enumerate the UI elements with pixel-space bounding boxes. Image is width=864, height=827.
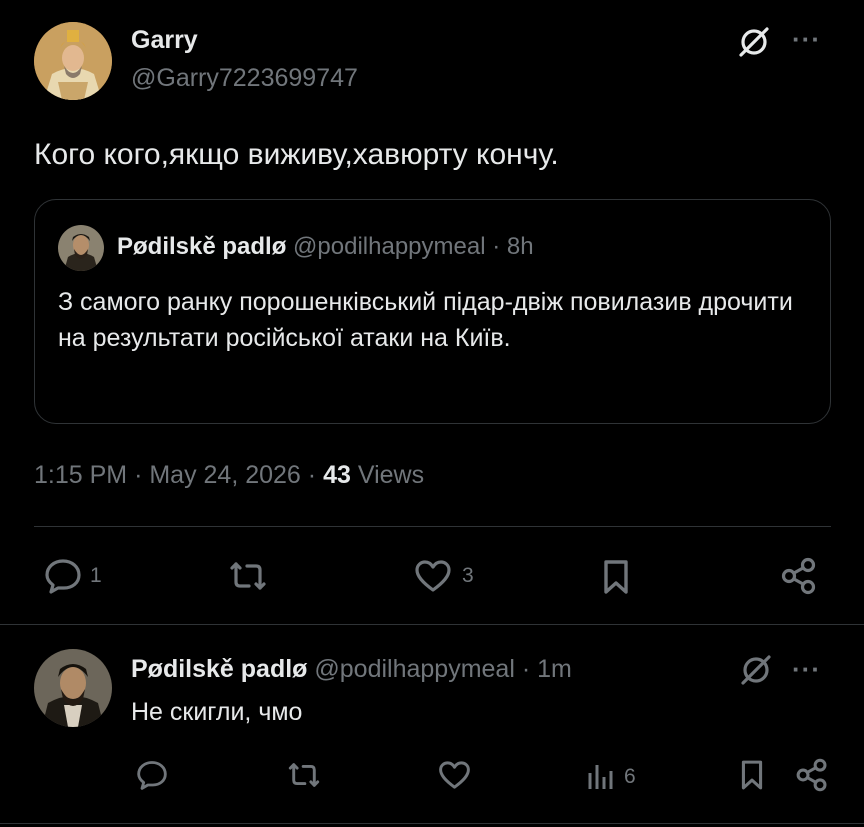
- quoted-header: Pødilskě padlø @podilhappymeal · 8h: [117, 233, 534, 261]
- reply-header: Pødilskě padlø @podilhappymeal · 1m: [131, 655, 572, 684]
- reply-author-handle[interactable]: @podilhappymeal: [314, 655, 515, 683]
- bookmark-icon: [604, 560, 628, 594]
- more-options-icon[interactable]: ···: [792, 24, 821, 55]
- reply-icon: [137, 761, 167, 790]
- post-time: 1:15 PM: [34, 461, 128, 489]
- quoted-author-avatar: [58, 225, 104, 271]
- reply-count: 1: [90, 564, 102, 587]
- heart-icon: [438, 761, 470, 789]
- analytics-icon: [588, 765, 613, 789]
- reply-repost-button[interactable]: [284, 758, 324, 792]
- reply-views-count: 6: [624, 765, 636, 788]
- reply-grok-icon[interactable]: [738, 652, 774, 688]
- post-text: Кого кого,якщо виживу,хавюрту кончу.: [34, 138, 559, 171]
- reply-reply-button[interactable]: [134, 758, 170, 792]
- quoted-separator: ·: [492, 233, 501, 260]
- share-icon: [781, 557, 816, 595]
- share-button[interactable]: [779, 556, 819, 596]
- meta-separator: ·: [307, 461, 317, 489]
- quoted-author-handle: @podilhappymeal: [293, 233, 486, 260]
- repost-icon: [288, 763, 320, 787]
- bookmark-icon: [741, 760, 763, 790]
- reply-time[interactable]: 1m: [537, 655, 572, 683]
- author-avatar[interactable]: [34, 22, 112, 100]
- quoted-time: 8h: [506, 233, 534, 260]
- reply-separator: ·: [521, 655, 531, 683]
- views-label[interactable]: Views: [358, 461, 424, 489]
- quoted-author-name: Pødilskě padlø: [117, 233, 287, 260]
- author-name[interactable]: Garry: [131, 26, 198, 55]
- like-count: 3: [462, 564, 474, 587]
- share-icon: [796, 758, 827, 792]
- grok-icon[interactable]: [736, 24, 772, 60]
- reply-author-name[interactable]: Pødilskě padlø: [131, 655, 307, 683]
- divider: [0, 823, 864, 824]
- quoted-text: З самого ранку порошенківський підар-дві…: [58, 288, 793, 352]
- divider: [34, 526, 831, 527]
- reply-views-button[interactable]: 6: [586, 760, 636, 794]
- like-button[interactable]: 3: [414, 558, 474, 594]
- reply-more-options-icon[interactable]: ···: [792, 654, 821, 685]
- bookmark-button[interactable]: [600, 558, 632, 596]
- heart-icon: [414, 559, 452, 593]
- reply-button[interactable]: 1: [44, 558, 102, 594]
- reply-like-button[interactable]: [436, 758, 472, 792]
- post-meta: 1:15 PM · May 24, 2026 · 43 Views: [34, 461, 424, 490]
- post-date: May 24, 2026: [149, 461, 301, 489]
- reply-text: Не скигли, чмо: [131, 698, 303, 726]
- repost-button[interactable]: [226, 558, 270, 594]
- quoted-post-card[interactable]: Pødilskě padlø @podilhappymeal · 8h З са…: [34, 199, 831, 424]
- reply-icon: [44, 558, 82, 594]
- author-handle[interactable]: @Garry7223699747: [131, 64, 358, 93]
- meta-separator: ·: [134, 461, 143, 489]
- reply-bookmark-button[interactable]: [738, 758, 766, 792]
- repost-icon: [230, 562, 266, 590]
- reply-author-avatar[interactable]: [34, 649, 112, 727]
- views-count[interactable]: 43: [323, 461, 351, 489]
- reply-share-button[interactable]: [794, 756, 830, 794]
- divider: [0, 624, 864, 625]
